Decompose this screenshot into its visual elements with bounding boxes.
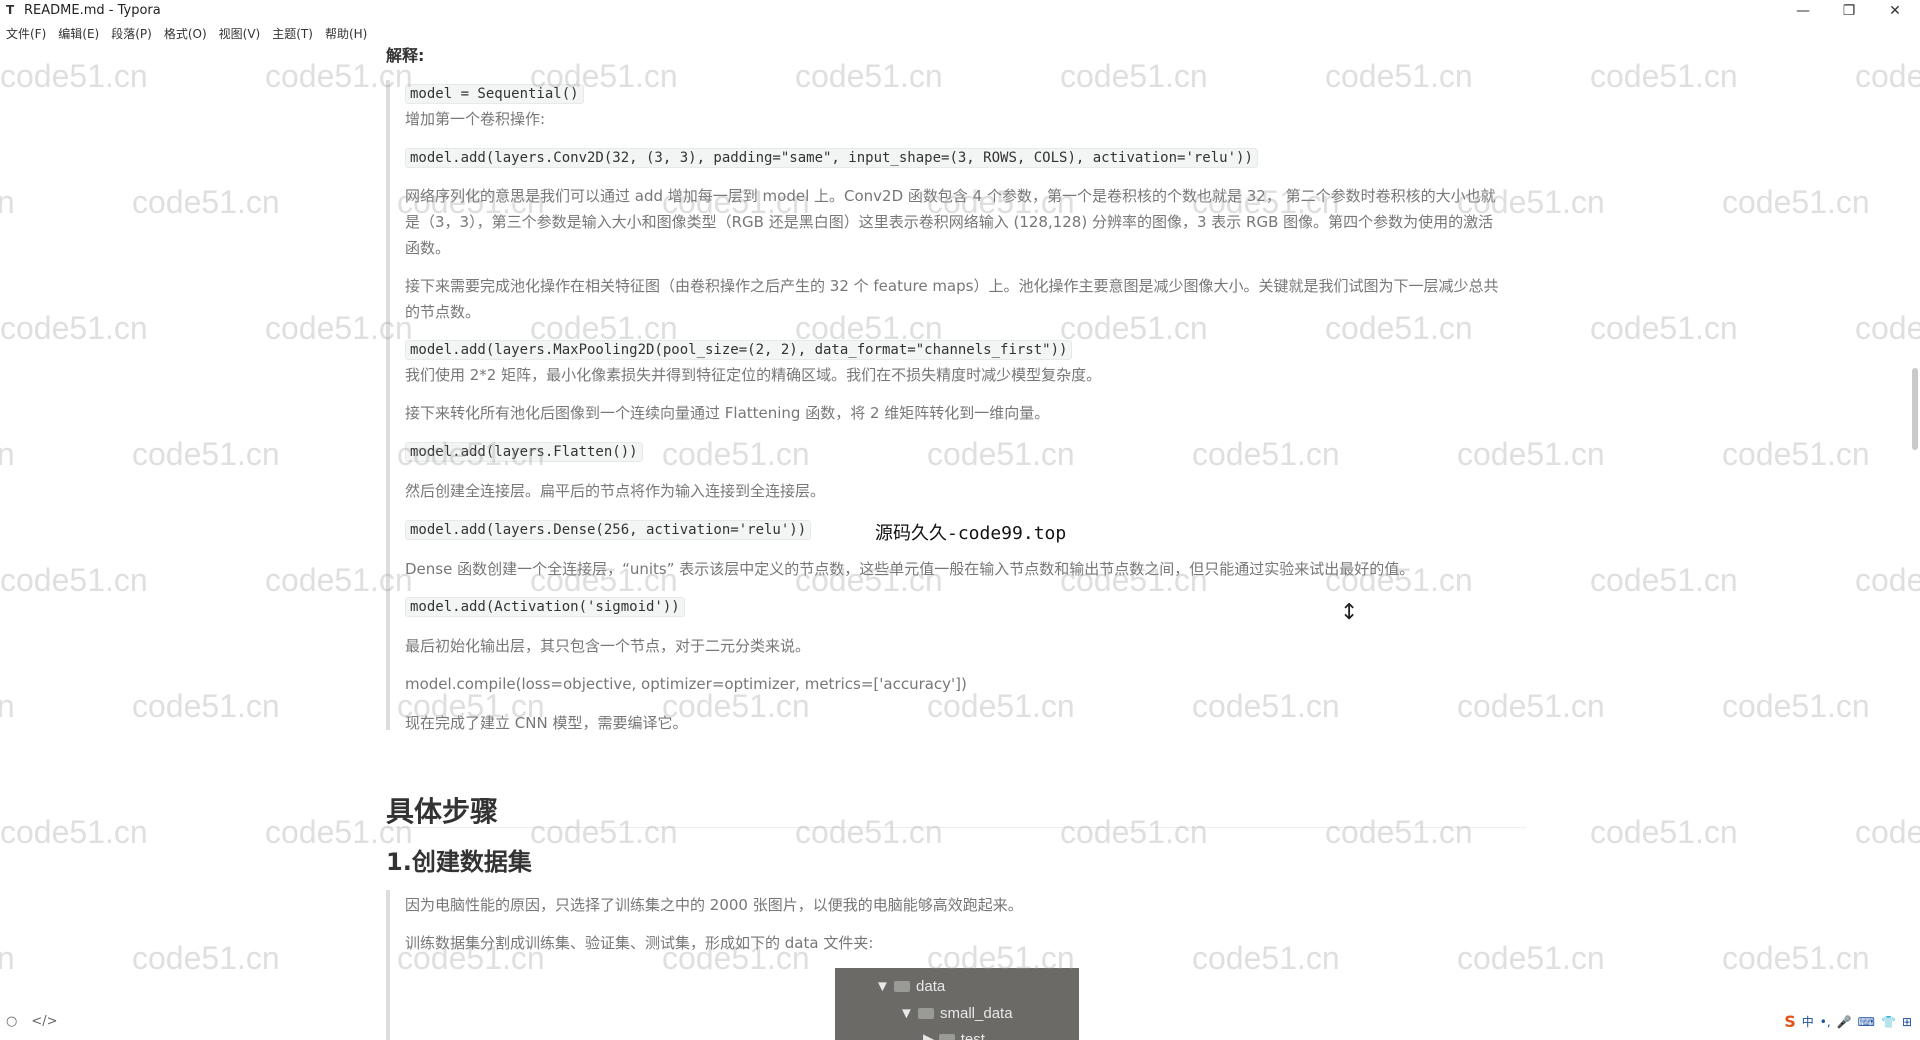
watermark-text: code51.cn (795, 814, 943, 850)
watermark-text: code51.cn (1722, 688, 1870, 724)
watermark-text: code51.cn (1590, 58, 1738, 94)
folder-icon (938, 1034, 955, 1040)
outline-toggle-icon[interactable]: ○ (6, 1014, 17, 1029)
menu-bar: 文件(F) 编辑(E) 段落(P) 格式(O) 视图(V) 主题(T) 帮助(H… (0, 24, 373, 44)
title-bar: T README.md - Typora — ❐ ✕ (0, 0, 1920, 22)
tree-row-data: ▼ data (875, 978, 946, 995)
watermark-text: code51.cn (265, 562, 413, 598)
microphone-icon[interactable]: 🎤 (1837, 1015, 1852, 1029)
watermark-text: code51.cn (1192, 436, 1340, 472)
watermark-text: code51.cn (795, 58, 943, 94)
inline-code[interactable]: model.add(Activation('sigmoid')) (405, 597, 685, 617)
resize-cursor-icon: ↕ (1340, 600, 1359, 625)
watermark-text: code51.cn (0, 58, 148, 94)
watermark-text: code51.cn (132, 436, 280, 472)
folder-icon (894, 981, 911, 992)
watermark-text: code51.cn (1855, 562, 1920, 598)
watermark-text: code51.cn (0, 436, 15, 472)
overlay-watermark-text: 源码久久-code99.top (875, 523, 1067, 544)
tree-label: small_data (940, 1005, 1013, 1022)
status-bar: ○ </> (6, 1014, 58, 1029)
minimize-button[interactable]: — (1780, 0, 1826, 22)
tree-row-small-data: ▼ small_data (899, 1005, 1013, 1022)
watermark-text: code51.cn (0, 814, 148, 850)
inline-code[interactable]: model.add(layers.Flatten()) (405, 442, 643, 462)
ime-tray: S 中 •, 🎤 ⌨ 👕 ⊞ (1784, 1012, 1912, 1031)
explanation-label: 解释: (386, 46, 425, 65)
watermark-text: code51.cn (1590, 562, 1738, 598)
watermark-text: code51.cn (1060, 814, 1208, 850)
paragraph[interactable]: 接下来需要完成池化操作在相关特征图（由卷积操作之后产生的 32 个 featur… (405, 273, 1505, 325)
watermark-text: code51.cn (132, 688, 280, 724)
watermark-text: code51.cn (265, 310, 413, 346)
paragraph[interactable]: 我们使用 2*2 矩阵，最小化像素损失并得到特征定位的精确区域。我们在不损失精度… (405, 362, 1505, 388)
watermark-text: code51.cn (0, 562, 148, 598)
watermark-text: code51.cn (1855, 58, 1920, 94)
paragraph[interactable]: 接下来转化所有池化后图像到一个连续向量通过 Flattening 函数，将 2 … (405, 400, 1505, 426)
menu-paragraph[interactable]: 段落(P) (105, 24, 158, 44)
watermark-text: code51.cn (1590, 310, 1738, 346)
inline-code[interactable]: model.add(layers.Conv2D(32, (3, 3), padd… (405, 148, 1258, 168)
ime-language-icon[interactable]: 中 (1802, 1013, 1814, 1030)
paragraph[interactable]: 然后创建全连接层。扁平后的节点将作为输入连接到全连接层。 (405, 478, 1505, 504)
typora-app-icon: T (6, 3, 15, 17)
watermark-text: code51.cn (1855, 814, 1920, 850)
heading-divider (386, 827, 1526, 828)
blockquote-bar (386, 890, 390, 1040)
inline-code[interactable]: model.add(layers.MaxPooling2D(pool_size=… (405, 340, 1073, 360)
paragraph[interactable]: 增加第一个卷积操作: (405, 106, 1505, 132)
tree-row-test: ▶ test (923, 1030, 985, 1040)
paragraph[interactable]: model.compile(loss=objective, optimizer=… (405, 671, 1505, 697)
watermark-text: code51.cn (1325, 58, 1473, 94)
blockquote-bar (386, 80, 390, 730)
watermark-text: code51.cn (927, 436, 1075, 472)
watermark-text: code51.cn (1722, 940, 1870, 976)
watermark-text: code51.cn (0, 940, 15, 976)
window-title: README.md - Typora (24, 3, 161, 18)
tree-label: data (916, 978, 946, 995)
paragraph[interactable]: Dense 函数创建一个全连接层，“units” 表示该层中定义的节点数，这些单… (405, 556, 1505, 582)
paragraph[interactable]: 训练数据集分割成训练集、验证集、测试集，形成如下的 data 文件夹: (405, 930, 1505, 956)
menu-theme[interactable]: 主题(T) (266, 24, 319, 44)
watermark-text: code51.cn (0, 184, 15, 220)
watermark-text: code51.cn (1325, 814, 1473, 850)
watermark-text: code51.cn (1855, 310, 1920, 346)
maximize-button[interactable]: ❐ (1826, 0, 1872, 22)
keyboard-icon[interactable]: ⌨ (1858, 1015, 1875, 1029)
watermark-text: code51.cn (530, 814, 678, 850)
watermark-text: code51.cn (662, 436, 810, 472)
paragraph[interactable]: 网络序列化的意思是我们可以通过 add 增加每一层到 model 上。Conv2… (405, 183, 1505, 261)
skin-icon[interactable]: 👕 (1881, 1015, 1896, 1029)
inline-code[interactable]: model = Sequential() (405, 84, 584, 104)
watermark-text: code51.cn (1722, 436, 1870, 472)
toolbox-icon[interactable]: ⊞ (1902, 1015, 1912, 1029)
watermark-text: code51.cn (1060, 58, 1208, 94)
inline-code[interactable]: model.add(layers.Dense(256, activation='… (405, 520, 812, 540)
paragraph[interactable]: 最后初始化输出层，其只包含一个节点，对于二元分类来说。 (405, 633, 1505, 659)
watermark-text: code51.cn (132, 940, 280, 976)
menu-edit[interactable]: 编辑(E) (52, 24, 105, 44)
watermark-text: code51.cn (0, 688, 15, 724)
vertical-scrollbar-thumb[interactable] (1912, 368, 1918, 450)
tree-label: test (960, 1031, 985, 1040)
menu-file[interactable]: 文件(F) (0, 24, 52, 44)
source-code-mode-icon[interactable]: </> (31, 1014, 57, 1029)
menu-view[interactable]: 视图(V) (213, 24, 267, 44)
watermark-text: code51.cn (1722, 184, 1870, 220)
punctuation-icon[interactable]: •, (1820, 1015, 1831, 1029)
heading-3[interactable]: 1.创建数据集 (386, 842, 532, 877)
sogou-logo-icon[interactable]: S (1784, 1012, 1796, 1031)
menu-help[interactable]: 帮助(H) (319, 24, 373, 44)
watermark-text: code51.cn (1590, 814, 1738, 850)
watermark-text: code51.cn (0, 310, 148, 346)
heading-2[interactable]: 具体步骤 (386, 790, 498, 830)
folder-tree-image[interactable]: ▼ data ▼ small_data ▶ test (835, 968, 1079, 1040)
paragraph[interactable]: 因为电脑性能的原因，只选择了训练集之中的 2000 张图片，以便我的电脑能够高效… (405, 892, 1505, 918)
folder-icon (918, 1008, 935, 1019)
close-button[interactable]: ✕ (1872, 0, 1918, 22)
watermark-text: code51.cn (132, 184, 280, 220)
watermark-text: code51.cn (1457, 436, 1605, 472)
menu-format[interactable]: 格式(O) (158, 24, 213, 44)
paragraph[interactable]: 现在完成了建立 CNN 模型，需要编译它。 (405, 710, 1505, 736)
